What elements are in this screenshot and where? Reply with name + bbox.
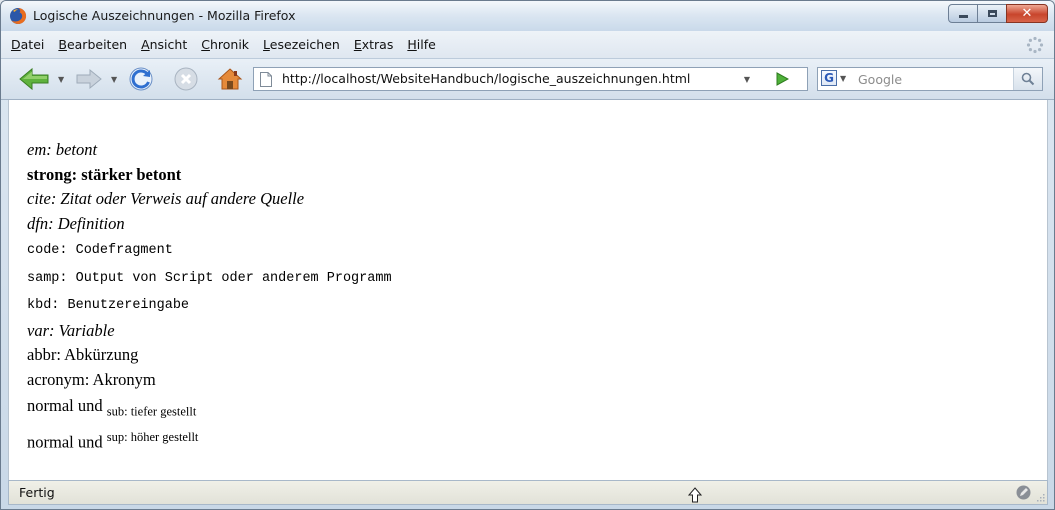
sub-text: sub: tiefer gestellt [106, 404, 197, 419]
menu-label: esezeichen [269, 37, 340, 52]
reload-icon [129, 67, 153, 91]
resize-grip-icon[interactable] [1035, 492, 1045, 502]
em-line: em: betont [27, 138, 392, 163]
url-bar[interactable]: http://localhost/WebsiteHandbuch/logisch… [253, 67, 808, 91]
cite-text: cite: Zitat oder Verweis auf andere Quel… [27, 189, 305, 208]
var-text: var: Variable [27, 320, 115, 340]
home-button[interactable] [215, 65, 245, 93]
menu-accel: L [263, 37, 270, 52]
menu-accel: A [141, 37, 150, 52]
browser-window: Logische Auszeichnungen - Mozilla Firefo… [0, 0, 1055, 510]
menu-label: hronik [209, 37, 250, 52]
close-icon: ✕ [1021, 6, 1033, 21]
dfn-line: dfn: Definition [27, 212, 392, 237]
cite-line: cite: Zitat oder Verweis auf andere Quel… [27, 187, 392, 212]
menu-extras[interactable]: Extras [348, 36, 402, 54]
sup-line: normal und sup: höher gestellt [27, 425, 392, 455]
menu-label: nsicht [149, 37, 188, 52]
acronym-line: acronym: Akronym [27, 368, 392, 393]
status-bar: Fertig [8, 480, 1048, 505]
go-button[interactable] [762, 68, 802, 90]
menu-bar: Datei Bearbeiten Ansicht Chronik Lesezei… [1, 31, 1054, 59]
navigation-toolbar: ▼ ▼ http://localhost/WebsiteHandbuch/log… [1, 59, 1054, 100]
code-line: code: Codefragment [27, 236, 392, 264]
menu-label: atei [20, 37, 45, 52]
page-icon [260, 72, 272, 87]
acronym-text: acronym: Akronym [27, 369, 156, 389]
strong-text: strong: stärker betont [27, 164, 182, 184]
throbber-icon [1026, 36, 1044, 54]
firefox-icon [10, 7, 27, 24]
abbr-line: abbr: Abkürzung [27, 343, 392, 368]
home-icon [217, 68, 243, 90]
go-arrow-icon [776, 72, 789, 86]
back-button[interactable] [17, 66, 51, 92]
search-input[interactable] [858, 70, 998, 88]
mouse-cursor-icon [688, 487, 702, 503]
menu-lesezeichen[interactable]: Lesezeichen [257, 36, 348, 54]
search-engine-selector[interactable]: G ▼ [821, 70, 846, 86]
title-bar: Logische Auszeichnungen - Mozilla Firefo… [1, 1, 1054, 31]
window-title: Logische Auszeichnungen - Mozilla Firefo… [33, 8, 296, 23]
stop-icon [174, 67, 198, 91]
page-content: em: betont strong: stärker betont cite: … [8, 100, 1048, 480]
reload-button[interactable] [126, 65, 156, 93]
menu-datei[interactable]: Datei [5, 36, 52, 54]
menu-accel: E [353, 37, 362, 52]
samp-text: samp: Output von Script oder anderem Pro… [27, 270, 392, 286]
forward-button[interactable] [73, 67, 105, 91]
status-text: Fertig [19, 485, 55, 500]
strong-line: strong: stärker betont [27, 163, 392, 188]
sub-line: normal und sub: tiefer gestellt [27, 392, 392, 425]
menu-bearbeiten[interactable]: Bearbeiten [52, 36, 135, 54]
back-arrow-icon [19, 67, 49, 91]
url-text[interactable]: http://localhost/WebsiteHandbuch/logisch… [282, 71, 690, 86]
menu-ansicht[interactable]: Ansicht [135, 36, 195, 54]
em-text: em: betont [27, 140, 98, 159]
search-engine-letter: G [824, 71, 834, 85]
search-bar[interactable]: G ▼ [817, 67, 1043, 91]
pencil-icon[interactable] [1016, 485, 1031, 500]
window-controls: ✕ [948, 4, 1048, 23]
google-icon: G [821, 70, 837, 86]
menu-accel: H [407, 37, 417, 52]
var-line: var: Variable [27, 319, 392, 344]
kbd-line: kbd: Benutzereingabe [27, 291, 392, 319]
sup-text: sup: höher gestellt [106, 430, 199, 445]
chevron-down-icon: ▼ [743, 74, 751, 84]
menu-label: xtras [361, 37, 394, 52]
samp-line: samp: Output von Script oder anderem Pro… [27, 264, 392, 292]
forward-arrow-icon [76, 68, 102, 90]
search-button[interactable] [1013, 68, 1042, 90]
minimize-icon [958, 15, 968, 18]
menu-hilfe[interactable]: Hilfe [401, 36, 443, 54]
close-button[interactable]: ✕ [1006, 4, 1048, 23]
normal-text: normal und [27, 396, 103, 415]
menu-accel: C [201, 37, 210, 52]
kbd-text: kbd: Benutzereingabe [27, 298, 190, 313]
code-text: code: Codefragment [27, 243, 173, 258]
menu-label: ilfe [416, 37, 436, 52]
stop-button[interactable] [171, 65, 201, 93]
back-dropdown-icon[interactable]: ▼ [58, 75, 64, 84]
dfn-text: dfn: Definition [27, 213, 125, 233]
url-history-dropdown[interactable]: ▼ [732, 68, 762, 90]
abbr-text: abbr: Abkürzung [27, 345, 139, 364]
normal-text: normal und [27, 432, 103, 452]
maximize-button[interactable] [977, 4, 1007, 23]
menu-accel: D [11, 37, 21, 52]
menu-chronik[interactable]: Chronik [195, 36, 257, 54]
menu-accel: B [58, 37, 67, 52]
magnifier-icon [1021, 72, 1035, 86]
maximize-icon [987, 10, 997, 17]
chevron-down-icon: ▼ [840, 73, 847, 83]
menu-label: earbeiten [66, 37, 128, 52]
forward-dropdown-icon[interactable]: ▼ [111, 75, 117, 84]
minimize-button[interactable] [948, 4, 978, 23]
